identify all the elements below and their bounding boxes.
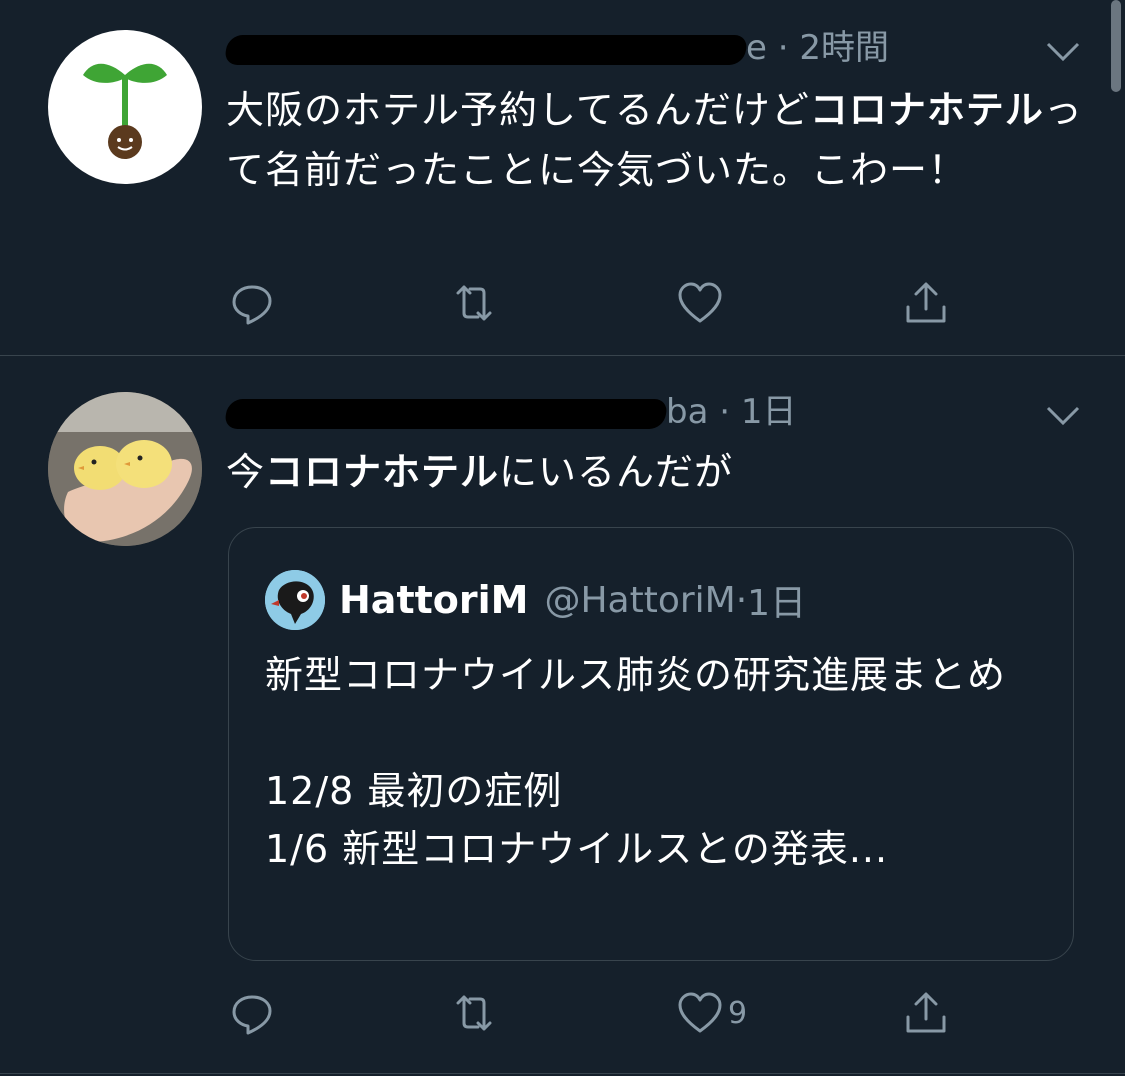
bird-character-icon bbox=[265, 570, 325, 630]
quoted-display-name: HattoriM bbox=[339, 578, 529, 622]
chevron-down-icon[interactable] bbox=[1045, 404, 1081, 428]
share-button[interactable] bbox=[902, 988, 950, 1038]
separator: · bbox=[735, 579, 748, 621]
tweet-actions: 9 bbox=[226, 988, 1006, 1038]
tweet-divider bbox=[0, 1073, 1125, 1074]
quoted-tweet[interactable]: HattoriM @HattoriM · 1日 新型コロナウイルス肺炎の研究進展… bbox=[228, 527, 1074, 961]
avatar[interactable] bbox=[48, 392, 202, 546]
like-button[interactable] bbox=[676, 278, 728, 328]
tweet-meta: ba · 1日 bbox=[223, 392, 797, 432]
retweet-icon bbox=[456, 995, 492, 1031]
handle-tail: e bbox=[746, 28, 767, 68]
chevron-down-icon[interactable] bbox=[1045, 40, 1081, 64]
share-button[interactable] bbox=[902, 278, 950, 328]
redacted-username bbox=[223, 34, 749, 65]
tweet-1[interactable]: e · 2時間 大阪のホテル予約してるんだけどコロナホテルって名前だったことに今… bbox=[0, 0, 1125, 356]
retweet-button[interactable] bbox=[450, 278, 502, 328]
quoted-handle: @HattoriM bbox=[544, 579, 736, 621]
quoted-tweet-header: HattoriM @HattoriM · 1日 bbox=[265, 570, 807, 630]
heart-icon bbox=[678, 282, 722, 323]
tweet-actions bbox=[226, 278, 1006, 328]
tweet-text: 大阪のホテル予約してるんだけどコロナホテルって名前だったことに今気づいた。こわー… bbox=[226, 80, 1086, 200]
retweet-icon bbox=[456, 285, 492, 321]
tweet-meta: e · 2時間 bbox=[223, 28, 889, 68]
timestamp[interactable]: 1日 bbox=[741, 392, 797, 432]
scrollbar[interactable] bbox=[1111, 0, 1121, 92]
reply-button[interactable] bbox=[228, 988, 280, 1038]
separator: · bbox=[708, 392, 741, 432]
retweet-button[interactable] bbox=[450, 988, 502, 1038]
avatar[interactable] bbox=[48, 30, 202, 184]
share-icon bbox=[906, 992, 946, 1033]
sprout-icon bbox=[83, 63, 167, 159]
timestamp[interactable]: 2時間 bbox=[799, 28, 889, 68]
reply-button[interactable] bbox=[228, 278, 280, 328]
quoted-avatar bbox=[265, 570, 325, 630]
handle-tail: ba bbox=[666, 392, 709, 432]
like-button[interactable]: 9 bbox=[676, 988, 747, 1038]
chicks-photo bbox=[48, 392, 202, 546]
text-part-bold: コロナホテル bbox=[265, 450, 500, 494]
redacted-username bbox=[223, 398, 669, 429]
tweet-text: 今コロナホテルにいるんだが bbox=[226, 442, 1086, 502]
text-part: 今 bbox=[226, 450, 266, 494]
separator: · bbox=[766, 28, 800, 68]
reply-icon bbox=[232, 285, 272, 325]
share-icon bbox=[906, 282, 946, 323]
text-part: 大阪のホテル予約してるんだけど bbox=[226, 88, 810, 132]
quoted-tweet-text: 新型コロナウイルス肺炎の研究進展まとめ 12/8 最初の症例 1/6 新型コロナ… bbox=[265, 653, 1007, 871]
reply-icon bbox=[232, 995, 272, 1035]
like-count: 9 bbox=[728, 995, 748, 1031]
quoted-timestamp: 1日 bbox=[747, 583, 807, 624]
text-part: にいるんだが bbox=[499, 450, 734, 494]
heart-icon bbox=[678, 992, 722, 1033]
text-part-bold: コロナホテル bbox=[809, 88, 1044, 132]
